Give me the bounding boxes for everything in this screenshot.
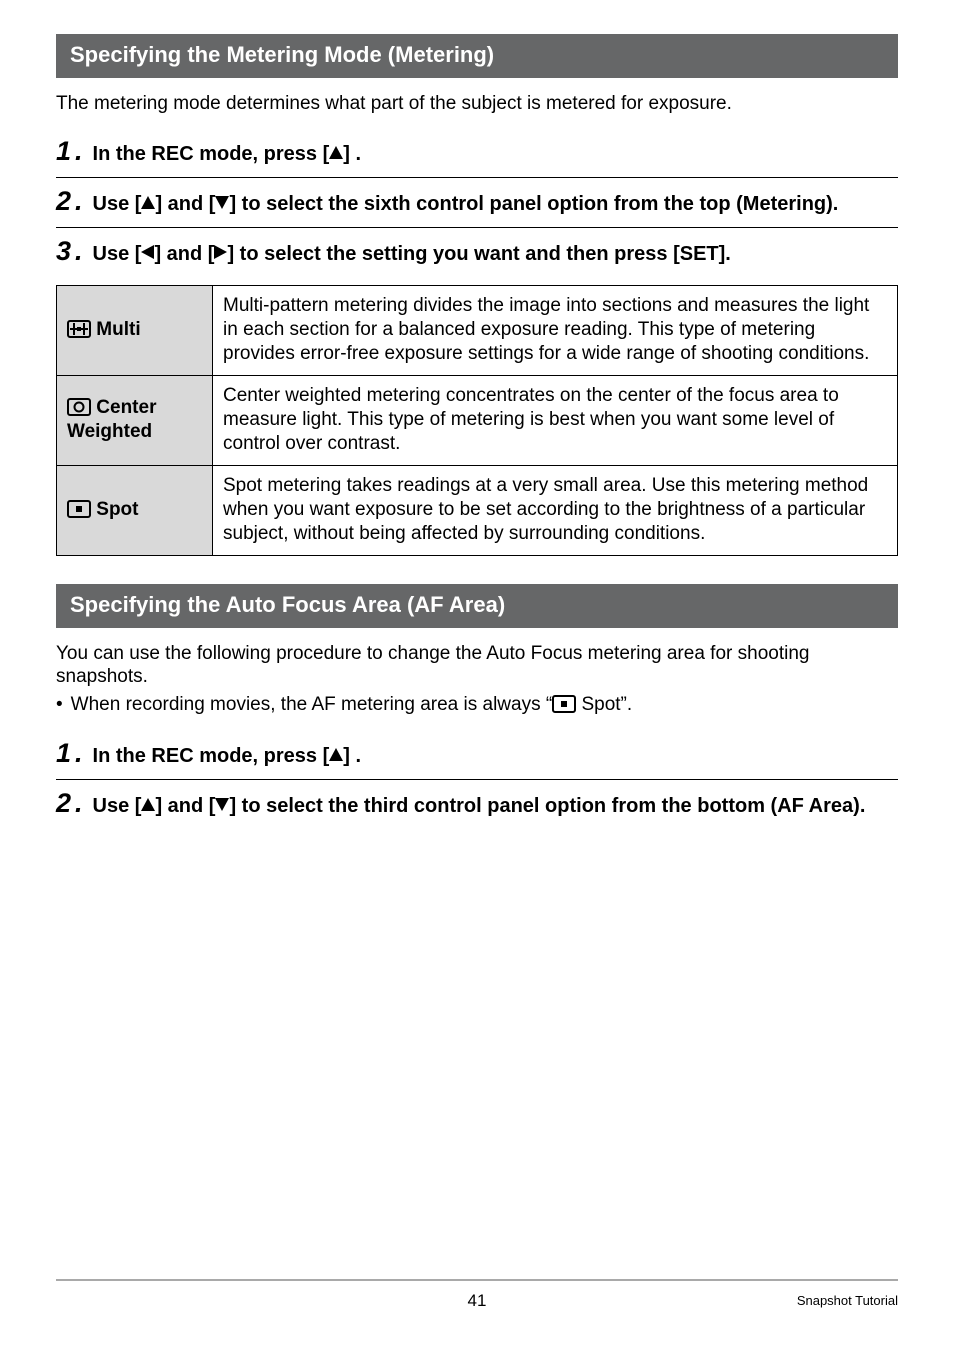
section-header-afarea: Specifying the Auto Focus Area (AF Area): [56, 584, 898, 628]
bullet-text: When recording movies, the AF metering a…: [71, 693, 633, 718]
spot-metering-icon: [67, 500, 91, 518]
step-text: Use [ ] and [ ] to select the sixth contro…: [93, 188, 839, 217]
step1-prefix: In the REC mode, press [: [93, 143, 330, 165]
bullet-af-note: • When recording movies, the AF metering…: [56, 693, 898, 718]
af-step2-prefix: Use [: [93, 795, 142, 817]
table-row: Center Weighted Center weighted metering…: [57, 375, 898, 465]
right-icon: [214, 245, 227, 259]
step-number: 3: [56, 238, 71, 265]
step-separator: [56, 779, 898, 780]
row-label-spot: Spot: [57, 465, 213, 555]
multi-label: Multi: [96, 319, 140, 340]
step-3-metering: 3. Use [ ] and [ ] to select the setting y…: [56, 238, 898, 267]
af-step1-prefix: In the REC mode, press [: [93, 745, 330, 767]
step2-prefix: Use [: [93, 193, 142, 215]
up-icon: [329, 748, 343, 761]
section-header-metering: Specifying the Metering Mode (Metering): [56, 34, 898, 78]
step-dot: .: [75, 188, 83, 215]
step3-prefix: Use [: [93, 243, 142, 265]
step-dot: .: [75, 740, 83, 767]
step-separator: [56, 177, 898, 178]
left-icon: [141, 245, 154, 259]
step-1-metering: 1. In the REC mode, press [ ] .: [56, 138, 898, 167]
spot-desc: Spot metering takes readings at a very s…: [213, 465, 898, 555]
step-2-metering: 2. Use [ ] and [ ] to select the sixth con…: [56, 188, 898, 217]
step-number: 1: [56, 740, 71, 767]
down-icon: [215, 798, 229, 811]
metering-table: Multi Multi-pattern metering divides the…: [56, 285, 898, 556]
intro-afarea: You can use the following procedure to c…: [56, 642, 898, 690]
table-row: Multi Multi-pattern metering divides the…: [57, 285, 898, 375]
af-step1-suffix: ] .: [343, 745, 361, 767]
up-icon: [141, 196, 155, 209]
bullet-suffix: Spot”.: [576, 694, 632, 715]
step3-mid: ] and [: [154, 243, 214, 265]
row-label-multi: Multi: [57, 285, 213, 375]
step-number: 2: [56, 188, 71, 215]
up-icon: [141, 798, 155, 811]
bullet-dot: •: [56, 693, 63, 718]
step2-mid: ] and [: [155, 193, 215, 215]
step-text: Use [ ] and [ ] to select the setting you …: [93, 238, 731, 267]
bullet-prefix: When recording movies, the AF metering a…: [71, 694, 553, 715]
row-label-center: Center Weighted: [57, 375, 213, 465]
step-separator: [56, 227, 898, 228]
step3-suffix: ] to select the setting you want and the…: [227, 243, 730, 265]
step1-suffix: ] .: [343, 143, 361, 165]
step-text: In the REC mode, press [ ] .: [93, 740, 362, 769]
intro-metering: The metering mode determines what part o…: [56, 92, 898, 116]
step-text: Use [ ] and [ ] to select the third contro…: [93, 790, 866, 819]
af-step2-suffix: ] to select the third control panel opti…: [229, 795, 865, 817]
step-number: 2: [56, 790, 71, 817]
step-1-afarea: 1. In the REC mode, press [ ] .: [56, 740, 898, 769]
table-row: Spot Spot metering takes readings at a v…: [57, 465, 898, 555]
page-footer: 41 Snapshot Tutorial: [56, 1279, 898, 1323]
multi-metering-icon: [67, 320, 91, 338]
spot-af-icon: [552, 695, 576, 713]
step2-suffix: ] to select the sixth control panel opti…: [229, 193, 838, 215]
center-weighted-icon: [67, 398, 91, 416]
af-step2-mid: ] and [: [155, 795, 215, 817]
step-number: 1: [56, 138, 71, 165]
center-desc: Center weighted metering concentrates on…: [213, 375, 898, 465]
step-dot: .: [75, 238, 83, 265]
step-dot: .: [75, 138, 83, 165]
page-content: Specifying the Metering Mode (Metering) …: [0, 0, 954, 1323]
multi-desc: Multi-pattern metering divides the image…: [213, 285, 898, 375]
step-text: In the REC mode, press [ ] .: [93, 138, 362, 167]
up-icon: [329, 146, 343, 159]
down-icon: [215, 196, 229, 209]
footer-section-name: Snapshot Tutorial: [797, 1293, 898, 1308]
spot-label: Spot: [96, 499, 138, 520]
page-number: 41: [56, 1291, 898, 1311]
step-2-afarea: 2. Use [ ] and [ ] to select the third con…: [56, 790, 898, 819]
step-dot: .: [75, 790, 83, 817]
